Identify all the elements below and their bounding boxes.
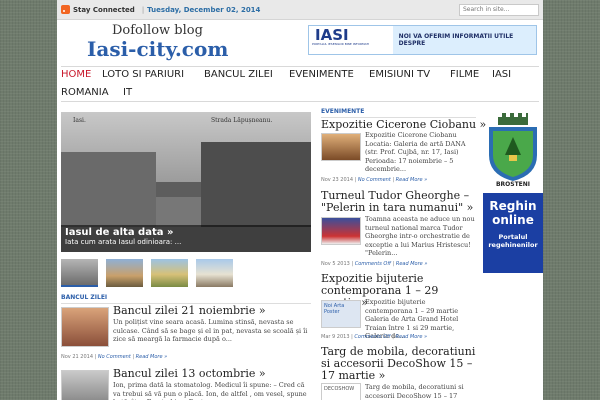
post-date: Nov 21 2014 bbox=[61, 354, 94, 360]
post-item: Bancul zilei 13 octombrie » Ion, prima d… bbox=[61, 367, 311, 400]
slider-thumb[interactable] bbox=[196, 259, 233, 287]
banner-logo: IASI PORTALUL IESENILOR BINE INFORMATI bbox=[309, 26, 393, 54]
nav-emisiuni-tv[interactable]: EMISIUNI TV bbox=[369, 69, 430, 80]
post-excerpt: Targ de mobila, decoratiuni si accesorii… bbox=[365, 383, 464, 400]
post-excerpt: Ion, prima dată la stomatolog. Medicul î… bbox=[113, 381, 307, 400]
post-date: Mar 9 2013 bbox=[321, 334, 350, 340]
nav-filme[interactable]: FILME bbox=[450, 69, 479, 80]
post-meta: Mar 9 2013 | Comments Off | Read More » bbox=[321, 334, 428, 340]
photo-title: Iasi. bbox=[73, 117, 86, 124]
main-nav: HOME LOTO SI PARIURI BANCUL ZILEI EVENIM… bbox=[61, 66, 539, 102]
post-comments-link[interactable]: No Comment bbox=[98, 354, 131, 360]
post-excerpt: Toamna aceasta ne aduce un nou turneul n… bbox=[365, 215, 475, 257]
reghin-sub-2: regehinenilor bbox=[488, 241, 538, 249]
post-thumbnail[interactable] bbox=[321, 133, 361, 161]
reghin-sub: Portalul bbox=[498, 233, 528, 241]
post-meta: Nov 21 2014 | No Comment | Read More » bbox=[61, 354, 168, 360]
slider-caption-title[interactable]: Iasul de alta data » bbox=[65, 227, 307, 238]
current-date: Tuesday, December 02, 2014 bbox=[147, 5, 261, 14]
nav-evenimente[interactable]: EVENIMENTE bbox=[289, 69, 354, 80]
nav-iasi[interactable]: IASI bbox=[492, 69, 511, 80]
thumbnail-label: Noi Arta Poster bbox=[324, 303, 345, 315]
post-thumbnail[interactable]: Noi Arta Poster bbox=[321, 300, 361, 328]
read-more-link[interactable]: Read More » bbox=[396, 334, 428, 340]
post-excerpt: Expozitie Cicerone Ciobanu Locatia: Gale… bbox=[365, 131, 466, 173]
post-meta: Nov 5 2013 | Comments Off | Read More » bbox=[321, 261, 428, 267]
top-bar: Stay Connected | Tuesday, December 02, 2… bbox=[57, 0, 543, 20]
nav-loto[interactable]: LOTO SI PARIURI bbox=[102, 69, 184, 80]
banner-text: NOI VA OFERIM INFORMATII UTILE DESPRE bbox=[398, 33, 514, 47]
post-item: Expozitie Cicerone Ciobanu » Expozitie C… bbox=[321, 118, 486, 186]
section-heading-evenimente: EVENIMENTE bbox=[321, 108, 476, 118]
post-thumbnail[interactable]: DECOSHOW bbox=[321, 383, 361, 400]
post-title[interactable]: Bancul zilei 13 octombrie » bbox=[113, 367, 266, 380]
banner-logo-sub: PORTALUL IESENILOR BINE INFORMATI bbox=[312, 42, 370, 46]
header: Dofollow blog Iasi-city.com IASI PORTALU… bbox=[57, 20, 543, 65]
nav-it[interactable]: IT bbox=[123, 87, 132, 98]
nav-home[interactable]: HOME bbox=[61, 69, 91, 80]
stay-connected-label: Stay Connected bbox=[73, 5, 135, 14]
post-item: Targ de mobila, decoratiuni si accesorii… bbox=[321, 346, 476, 400]
post-excerpt: Un polițist vine seara acasă. Lumina sti… bbox=[113, 318, 308, 343]
post-thumbnail[interactable] bbox=[61, 307, 109, 347]
header-banner[interactable]: IASI PORTALUL IESENILOR BINE INFORMATI N… bbox=[308, 25, 537, 55]
post-date: Nov 5 2013 bbox=[321, 261, 350, 267]
page: Stay Connected | Tuesday, December 02, 2… bbox=[57, 0, 543, 400]
post-thumbnail[interactable] bbox=[321, 217, 361, 245]
thumbnail-label: DECOSHOW bbox=[324, 386, 355, 392]
search-input[interactable] bbox=[459, 3, 539, 16]
slider-thumb[interactable] bbox=[151, 259, 188, 287]
post-thumbnail[interactable] bbox=[61, 370, 109, 400]
post-item: Expozitie bijuterie contemporana 1 – 29 … bbox=[321, 273, 476, 343]
crest-icon bbox=[489, 113, 537, 181]
post-title[interactable]: Turneul Tudor Gheorghe – "Pelerin in tar… bbox=[321, 190, 476, 214]
section-heading-bancul: BANCUL ZILEI bbox=[61, 294, 311, 304]
read-more-link[interactable]: Read More » bbox=[396, 261, 428, 267]
site-tagline: Dofollow blog bbox=[112, 23, 203, 38]
post-comments-link[interactable]: No Comment bbox=[358, 177, 391, 183]
slider-caption[interactable]: Iasul de alta data » Iata cum arata Iasu… bbox=[61, 225, 311, 252]
nav-bancul-zilei[interactable]: BANCUL ZILEI bbox=[204, 69, 273, 80]
reghin-title-2: online bbox=[492, 213, 534, 227]
crest-label: BROSTENI bbox=[495, 181, 531, 188]
post-item: Turneul Tudor Gheorghe – "Pelerin in tar… bbox=[321, 190, 476, 270]
post-title[interactable]: Bancul zilei 21 noiembrie » bbox=[113, 304, 266, 317]
photo-street: Strada Lăpușneanu. bbox=[211, 117, 273, 124]
site-logo[interactable]: Iasi-city.com bbox=[87, 37, 228, 61]
reghin-title: Reghin bbox=[489, 199, 537, 213]
slider-caption-text: Iata cum arata Iasul odinioara: ... bbox=[65, 238, 182, 246]
rss-icon[interactable] bbox=[61, 5, 70, 14]
reghin-online-banner[interactable]: Reghin online Portalul regehinenilor bbox=[483, 193, 543, 273]
post-title[interactable]: Targ de mobila, decoratiuni si accesorii… bbox=[321, 346, 476, 382]
post-comments-link[interactable]: Comments Off bbox=[354, 334, 390, 340]
slider-thumb[interactable] bbox=[61, 259, 98, 287]
featured-slider[interactable]: Iasi. Strada Lăpușneanu. Iasul de alta d… bbox=[61, 112, 311, 252]
post-meta: Nov 23 2014 | No Comment | Read More » bbox=[321, 177, 428, 183]
nav-romania[interactable]: ROMANIA bbox=[61, 87, 109, 98]
post-comments-link[interactable]: Comments Off bbox=[355, 261, 391, 267]
separator: | bbox=[141, 5, 145, 14]
brosteni-crest-banner[interactable]: BROSTENI bbox=[483, 111, 543, 191]
slider-thumb[interactable] bbox=[106, 259, 143, 287]
read-more-link[interactable]: Read More » bbox=[136, 354, 168, 360]
slider-thumbnails bbox=[61, 259, 311, 287]
post-date: Nov 23 2014 bbox=[321, 177, 354, 183]
post-item: Bancul zilei 21 noiembrie » Un polițist … bbox=[61, 304, 311, 362]
post-title[interactable]: Expozitie Cicerone Ciobanu » bbox=[321, 118, 486, 131]
read-more-link[interactable]: Read More » bbox=[396, 177, 428, 183]
